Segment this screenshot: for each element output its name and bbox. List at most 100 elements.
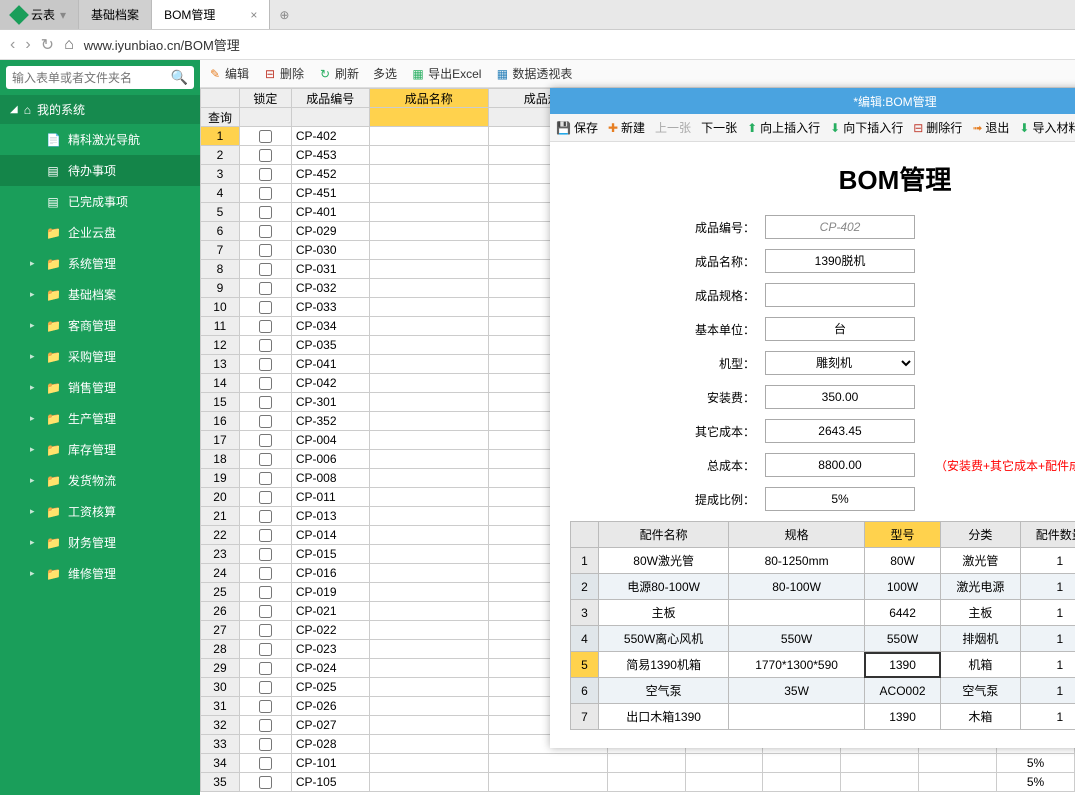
row-checkbox[interactable] [259, 719, 272, 732]
parts-grid[interactable]: 配件名称 规格 型号 分类 配件数量 单位 配件单价 180W激光管80-125… [570, 521, 1075, 730]
row-checkbox[interactable] [259, 396, 272, 409]
col-lock[interactable]: 锁定 [239, 89, 291, 108]
col-name[interactable]: 成品名称 [369, 89, 488, 108]
row-checkbox[interactable] [259, 434, 272, 447]
col-code[interactable]: 成品编号 [291, 89, 369, 108]
sidebar-item[interactable]: ▸📁采购管理 [0, 341, 200, 372]
row-checkbox[interactable] [259, 662, 272, 675]
row-checkbox[interactable] [259, 643, 272, 656]
row-checkbox[interactable] [259, 415, 272, 428]
tab-bom[interactable]: BOM管理 × [152, 0, 270, 29]
row-checkbox[interactable] [259, 681, 272, 694]
row-checkbox[interactable] [259, 149, 272, 162]
import-material-button[interactable]: ⬇导入材料 [1019, 119, 1075, 136]
row-checkbox[interactable] [259, 586, 272, 599]
row-checkbox[interactable] [259, 776, 272, 789]
pivot-button[interactable]: ▦数据透视表 [495, 65, 572, 82]
sidebar-item[interactable]: ▸📁系统管理 [0, 248, 200, 279]
parts-row[interactable]: 180W激光管80-1250mm80W激光管1支600.00 [571, 548, 1075, 574]
row-checkbox[interactable] [259, 624, 272, 637]
back-icon[interactable]: ‹ [10, 36, 15, 54]
sidebar-item[interactable]: ▸📁生产管理 [0, 403, 200, 434]
row-checkbox[interactable] [259, 700, 272, 713]
fee-field[interactable]: 350.00 [765, 385, 915, 409]
sidebar-item[interactable]: ▸📁基础档案 [0, 279, 200, 310]
add-tab-icon[interactable]: ⊕ [270, 0, 298, 29]
row-checkbox[interactable] [259, 168, 272, 181]
row-checkbox[interactable] [259, 757, 272, 770]
export-excel-button[interactable]: ▦导出Excel [411, 65, 481, 82]
row-checkbox[interactable] [259, 491, 272, 504]
tree-root[interactable]: ◢ ⌂ 我的系统 [0, 95, 200, 124]
next-button[interactable]: 下一张 [701, 119, 737, 136]
sidebar-item[interactable]: ▤已完成事项 [0, 186, 200, 217]
sidebar-item[interactable]: 📁企业云盘 [0, 217, 200, 248]
row-checkbox[interactable] [259, 282, 272, 295]
row-checkbox[interactable] [259, 738, 272, 751]
modal-titlebar[interactable]: *编辑:BOM管理 X [550, 88, 1075, 114]
other-cost-field[interactable]: 2643.45 [765, 419, 915, 443]
refresh-button[interactable]: ↻刷新 [318, 65, 359, 82]
save-button[interactable]: 💾保存 [556, 119, 598, 136]
close-icon[interactable]: × [250, 8, 257, 22]
sidebar-item[interactable]: ▸📁库存管理 [0, 434, 200, 465]
sidebar-item[interactable]: ▸📁客商管理 [0, 310, 200, 341]
row-checkbox[interactable] [259, 320, 272, 333]
delete-button[interactable]: ⊟删除 [263, 65, 304, 82]
code-field[interactable]: CP-402 [765, 215, 915, 239]
tab-basic[interactable]: 基础档案 [79, 0, 152, 29]
spec-field[interactable] [765, 283, 915, 307]
parts-row[interactable]: 7出口木箱13901390木箱1个450.00 [571, 704, 1075, 730]
refresh-icon[interactable]: ↻ [41, 35, 54, 55]
total-cost-field[interactable]: 8800.00 [765, 453, 915, 477]
sidebar-item[interactable]: ▸📁发货物流 [0, 465, 200, 496]
row-checkbox[interactable] [259, 529, 272, 542]
sidebar-item[interactable]: ▸📁财务管理 [0, 527, 200, 558]
row-checkbox[interactable] [259, 244, 272, 257]
sidebar-item[interactable]: ▸📁维修管理 [0, 558, 200, 589]
search-icon[interactable]: 🔍 [171, 69, 188, 86]
parts-row[interactable]: 3主板6442主板1个1454.55 [571, 600, 1075, 626]
row-checkbox[interactable] [259, 187, 272, 200]
row-checkbox[interactable] [259, 225, 272, 238]
row-checkbox[interactable] [259, 605, 272, 618]
table-row[interactable]: 35CP-1055% [201, 773, 1075, 792]
query-row[interactable]: 查询 [201, 108, 240, 127]
row-checkbox[interactable] [259, 567, 272, 580]
parts-row[interactable]: 5简易1390机箱1770*1300*5901390机箱1个2200.00 [571, 652, 1075, 678]
multi-button[interactable]: 多选 [373, 65, 397, 82]
search-input[interactable] [12, 71, 171, 85]
forward-icon[interactable]: › [25, 36, 30, 54]
row-checkbox[interactable] [259, 301, 272, 314]
name-field[interactable]: 1390脱机 [765, 249, 915, 273]
search-box[interactable]: 🔍 [6, 66, 194, 89]
row-checkbox[interactable] [259, 130, 272, 143]
mtype-select[interactable]: 雕刻机 [765, 351, 915, 375]
ratio-field[interactable]: 5% [765, 487, 915, 511]
row-checkbox[interactable] [259, 510, 272, 523]
insert-down-button[interactable]: ⬇向下插入行 [830, 119, 903, 136]
sidebar-item[interactable]: ▤待办事项 [0, 155, 200, 186]
app-tab[interactable]: 云表 ▾ [0, 0, 79, 29]
row-checkbox[interactable] [259, 472, 272, 485]
delete-row-button[interactable]: ⊟删除行 [913, 119, 962, 136]
row-checkbox[interactable] [259, 339, 272, 352]
sidebar-item[interactable]: ▸📁工资核算 [0, 496, 200, 527]
row-checkbox[interactable] [259, 453, 272, 466]
parts-row[interactable]: 2电源80-100W80-100W100W激光电源1台450.00 [571, 574, 1075, 600]
unit-field[interactable]: 台 [765, 317, 915, 341]
sidebar-item[interactable]: ▸📁销售管理 [0, 372, 200, 403]
row-checkbox[interactable] [259, 263, 272, 276]
parts-row[interactable]: 6空气泵35WACO002空气泵1台71.00 [571, 678, 1075, 704]
sidebar-item[interactable]: 📄精科激光导航 [0, 124, 200, 155]
row-checkbox[interactable] [259, 206, 272, 219]
home-icon[interactable]: ⌂ [64, 36, 74, 54]
row-checkbox[interactable] [259, 358, 272, 371]
row-checkbox[interactable] [259, 548, 272, 561]
parts-row[interactable]: 4550W离心风机550W550W排烟机1台180.00 [571, 626, 1075, 652]
new-button[interactable]: ✚新建 [608, 119, 645, 136]
table-row[interactable]: 34CP-1015% [201, 754, 1075, 773]
edit-button[interactable]: ✎编辑 [208, 65, 249, 82]
exit-button[interactable]: ➟退出 [972, 119, 1009, 136]
insert-up-button[interactable]: ⬆向上插入行 [747, 119, 820, 136]
